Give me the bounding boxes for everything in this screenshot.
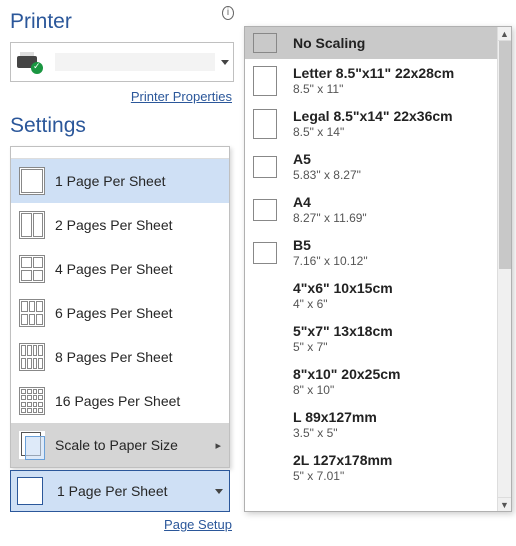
option-label: 6 Pages Per Sheet xyxy=(55,305,173,321)
pages-per-sheet-option[interactable]: 8 Pages Per Sheet xyxy=(11,335,229,379)
paper-name: Letter 8.5"x11" 22x28cm xyxy=(293,65,454,81)
paper-dimensions: 7.16" x 10.12" xyxy=(293,254,368,268)
paper-swatch-icon xyxy=(253,199,277,221)
paper-size-option[interactable]: L 89x127mm3.5" x 5" xyxy=(245,403,497,446)
paper-size-option[interactable]: A55.83" x 8.27" xyxy=(245,145,497,188)
pages-per-sheet-option[interactable]: 4 Pages Per Sheet xyxy=(11,247,229,291)
paper-dimensions: 4" x 6" xyxy=(293,297,393,311)
paper-dimensions: 3.5" x 5" xyxy=(293,426,377,440)
paper-name: L 89x127mm xyxy=(293,409,377,425)
paper-name: 5"x7" 13x18cm xyxy=(293,323,393,339)
paper-dimensions: 8.5" x 14" xyxy=(293,125,453,139)
chevron-down-icon xyxy=(215,489,223,494)
scroll-down-button[interactable]: ▼ xyxy=(498,497,511,511)
pages-per-sheet-dropdown[interactable]: 1 Page Per Sheet xyxy=(10,470,230,512)
pages-per-sheet-option[interactable]: 6 Pages Per Sheet xyxy=(11,291,229,335)
pages-per-sheet-option[interactable]: 1 Page Per Sheet xyxy=(11,159,229,203)
paper-swatch-icon xyxy=(253,156,277,178)
grid-icon xyxy=(19,299,45,327)
paper-dimensions: 8.5" x 11" xyxy=(293,82,454,96)
paper-name: 2L 127x178mm xyxy=(293,452,392,468)
paper-name: B5 xyxy=(293,237,368,253)
grid-icon xyxy=(19,255,45,283)
paper-size-option[interactable]: 2L 127x178mm5" x 7.01" xyxy=(245,446,497,489)
paper-noscaling[interactable]: No Scaling xyxy=(245,27,497,59)
paper-name: 4"x6" 10x15cm xyxy=(293,280,393,296)
page-icon xyxy=(17,477,43,505)
printer-heading: Printer xyxy=(10,10,72,34)
paper-size-option[interactable]: 4"x6" 10x15cm4" x 6" xyxy=(245,274,497,317)
pages-per-sheet-option[interactable]: 2 Pages Per Sheet xyxy=(11,203,229,247)
scale-label: Scale to Paper Size xyxy=(55,437,178,453)
pages-per-sheet-menu: 1 Page Per Sheet 2 Pages Per Sheet 4 Pages… xyxy=(10,146,230,468)
printer-dropdown[interactable] xyxy=(10,42,234,82)
option-label: 1 Page Per Sheet xyxy=(55,173,166,189)
paper-swatch-icon xyxy=(253,109,277,139)
grid-icon xyxy=(19,343,45,371)
paper-dimensions: 8.27" x 11.69" xyxy=(293,211,367,225)
paper-noscaling-label: No Scaling xyxy=(293,35,365,51)
chevron-down-icon xyxy=(221,60,229,65)
option-label: 2 Pages Per Sheet xyxy=(55,217,173,233)
scrollbar[interactable]: ▲ ▼ xyxy=(497,27,511,511)
paper-dimensions: 8" x 10" xyxy=(293,383,400,397)
paper-size-option[interactable]: 8"x10" 20x25cm8" x 10" xyxy=(245,360,497,403)
paper-swatch-icon xyxy=(253,367,277,397)
paper-name: A4 xyxy=(293,194,367,210)
paper-size-option[interactable]: 5"x7" 13x18cm5" x 7" xyxy=(245,317,497,360)
paper-dimensions: 5.83" x 8.27" xyxy=(293,168,361,182)
paper-dimensions: 5" x 7" xyxy=(293,340,393,354)
paper-swatch-icon xyxy=(253,33,277,53)
paper-swatch-icon xyxy=(253,453,277,483)
scroll-thumb[interactable] xyxy=(499,41,511,269)
printer-name-redacted xyxy=(55,53,215,71)
scale-icon xyxy=(19,431,45,459)
settings-heading: Settings xyxy=(10,114,234,138)
paper-swatch-icon xyxy=(253,281,277,311)
paper-size-option[interactable]: Legal 8.5"x14" 22x36cm8.5" x 14" xyxy=(245,102,497,145)
paper-dimensions: 5" x 7.01" xyxy=(293,469,392,483)
paper-name: 8"x10" 20x25cm xyxy=(293,366,400,382)
current-selection: 1 Page Per Sheet xyxy=(57,483,215,499)
page-setup-link[interactable]: Page Setup xyxy=(164,517,232,532)
chevron-right-icon: ▸ xyxy=(215,439,221,452)
option-label: 4 Pages Per Sheet xyxy=(55,261,173,277)
paper-name: A5 xyxy=(293,151,361,167)
paper-size-option[interactable]: A48.27" x 11.69" xyxy=(245,188,497,231)
grid-icon xyxy=(19,387,45,415)
scale-to-paper-size-item[interactable]: Scale to Paper Size ▸ xyxy=(11,423,229,467)
paper-size-option[interactable]: Letter 8.5"x11" 22x28cm8.5" x 11" xyxy=(245,59,497,102)
grid-icon xyxy=(19,167,45,195)
option-label: 8 Pages Per Sheet xyxy=(55,349,173,365)
pages-per-sheet-option[interactable]: 16 Pages Per Sheet xyxy=(11,379,229,423)
printer-properties-link[interactable]: Printer Properties xyxy=(131,89,232,104)
option-label: 16 Pages Per Sheet xyxy=(55,393,180,409)
paper-name: Legal 8.5"x14" 22x36cm xyxy=(293,108,453,124)
paper-size-option[interactable]: B57.16" x 10.12" xyxy=(245,231,497,274)
grid-icon xyxy=(19,211,45,239)
printer-icon xyxy=(15,52,43,72)
paper-swatch-icon xyxy=(253,324,277,354)
paper-swatch-icon xyxy=(253,410,277,440)
info-icon[interactable]: i xyxy=(222,6,234,20)
paper-swatch-icon xyxy=(253,242,277,264)
paper-size-flyout: No Scaling Letter 8.5"x11" 22x28cm8.5" x… xyxy=(244,26,512,512)
paper-swatch-icon xyxy=(253,66,277,96)
scroll-up-button[interactable]: ▲ xyxy=(498,27,511,41)
